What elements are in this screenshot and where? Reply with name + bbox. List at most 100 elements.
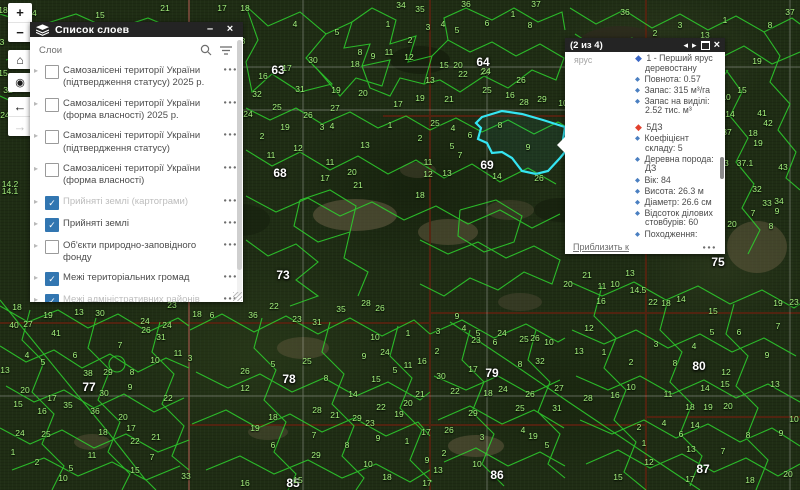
layer-checkbox[interactable] bbox=[45, 240, 59, 254]
filter-icon[interactable] bbox=[220, 45, 233, 56]
popup-attribute: ◆ Коефіцієнт складу: 5 bbox=[635, 134, 715, 153]
bullet-diamond-icon: ◆ bbox=[635, 231, 640, 238]
zoom-controls: + − bbox=[8, 3, 32, 42]
popup-attribute: ◆ Діаметр: 26.6 см bbox=[635, 198, 715, 208]
popup-actions-menu[interactable]: ●●● bbox=[703, 243, 717, 251]
popup-attribute-group: ◆ 5ДЗ◆ Коефіцієнт складу: 5 ◆ Деревна пор… bbox=[635, 123, 715, 254]
layer-checkbox[interactable] bbox=[45, 130, 59, 144]
layer-row[interactable]: ▸ Об'єкти природно-заповідного фонду ●●● bbox=[30, 236, 243, 269]
layer-row[interactable]: ▸✓Межі адміністративних районів●●● bbox=[30, 290, 243, 302]
panel-title: Список слоев bbox=[55, 24, 197, 36]
layer-row[interactable]: ▸ Самозалісені території України (форма в… bbox=[30, 159, 243, 192]
bullet-diamond-icon: ◆ bbox=[635, 210, 640, 217]
layer-menu-icon[interactable]: ●●● bbox=[224, 163, 238, 171]
expander-icon[interactable]: ▸ bbox=[34, 196, 41, 208]
layer-label: Межі територіальних громад bbox=[63, 272, 220, 284]
layer-row[interactable]: ▸ Самозалісені території України (форма в… bbox=[30, 94, 243, 127]
previous-extent-icon[interactable]: ← bbox=[8, 97, 32, 116]
zoom-to-link[interactable]: Приблизить к bbox=[573, 242, 703, 252]
popup-pointer bbox=[557, 137, 565, 153]
locate-icon[interactable]: ◉ bbox=[8, 73, 32, 92]
bullet-diamond-icon: ◆ bbox=[635, 177, 640, 184]
zoom-in-button[interactable]: + bbox=[8, 3, 32, 22]
panel-scrollbar[interactable] bbox=[237, 40, 242, 296]
layer-checkbox[interactable] bbox=[45, 98, 59, 112]
layer-checkbox[interactable]: ✓ bbox=[45, 218, 59, 232]
expander-icon[interactable]: ▸ bbox=[34, 294, 41, 302]
minimize-icon[interactable]: – bbox=[203, 24, 217, 35]
bullet-diamond-icon: ◆ bbox=[635, 87, 640, 94]
symbol-swatch-icon: ◆ bbox=[635, 122, 642, 132]
feature-popup: (2 из 4) ◂ ▸ × ярус ◆ 1 - Перший ярус де… bbox=[565, 38, 725, 254]
layer-row[interactable]: ▸ ✓ Прийняті землі (картограми) ●●● bbox=[30, 192, 243, 214]
layer-menu-icon[interactable]: ●●● bbox=[224, 130, 238, 138]
bullet-diamond-icon: ◆ bbox=[635, 156, 640, 163]
popup-attribute: ◆ Запас на виділі: 2.52 тис. м³ bbox=[635, 97, 715, 116]
selected-parcel-outline bbox=[476, 111, 565, 174]
popup-close-icon[interactable]: × bbox=[714, 40, 720, 51]
expander-icon[interactable]: ▸ bbox=[34, 163, 41, 175]
layer-row[interactable]: ▸✓Прийняті землі●●● bbox=[30, 214, 243, 236]
layer-label: Об'єкти природно-заповідного фонду bbox=[63, 240, 220, 265]
bullet-diamond-icon: ◆ bbox=[635, 199, 640, 206]
layer-row[interactable]: ▸ Самозалісені території України (підтвер… bbox=[30, 126, 243, 159]
layer-menu-icon[interactable]: ●●● bbox=[224, 272, 238, 280]
home-icon[interactable]: ⌂ bbox=[8, 50, 32, 69]
popup-header[interactable]: (2 из 4) ◂ ▸ × bbox=[565, 38, 725, 52]
web-map-app: 6364686973757778798085868714152117184316… bbox=[0, 0, 800, 490]
popup-attribute-group: ◆ 1 - Перший ярус деревостану ◆ Повнота: … bbox=[635, 54, 715, 116]
popup-attribute: ◆ Запас: 315 м³/га bbox=[635, 86, 715, 96]
layer-menu-icon[interactable]: ●●● bbox=[224, 65, 238, 73]
layer-label: Прийняті землі (картограми) bbox=[63, 196, 220, 208]
expander-icon[interactable]: ▸ bbox=[34, 130, 41, 142]
layer-menu-icon[interactable]: ●●● bbox=[224, 218, 238, 226]
popup-group-header: ◆ 5ДЗ bbox=[635, 123, 715, 133]
layer-label: Самозалісені території України (форма вл… bbox=[63, 98, 220, 123]
layer-menu-icon[interactable]: ●●● bbox=[224, 98, 238, 106]
popup-attribute: ◆ Висота: 26.3 м bbox=[635, 187, 715, 197]
layer-list: ▸ Самозалісені території України (підтвер… bbox=[30, 61, 243, 302]
popup-group-header: ◆ 1 - Перший ярус деревостану bbox=[635, 54, 715, 73]
expander-icon[interactable]: ▸ bbox=[34, 65, 41, 77]
layer-checkbox[interactable] bbox=[45, 163, 59, 177]
expander-icon[interactable]: ▸ bbox=[34, 240, 41, 252]
previous-feature-icon[interactable]: ◂ bbox=[684, 41, 689, 50]
layers-subtitle: Слои bbox=[39, 45, 192, 56]
layer-label: Самозалісені території України (форма вл… bbox=[63, 163, 220, 188]
layers-icon bbox=[36, 24, 49, 36]
layer-menu-icon[interactable]: ●●● bbox=[224, 240, 238, 248]
layer-list-panel: Список слоев – × Слои ▸ Самозалісені тери… bbox=[30, 22, 243, 302]
next-extent-icon[interactable]: → bbox=[8, 116, 32, 136]
popup-attribute: ◆ Повнота: 0.57 bbox=[635, 75, 715, 85]
search-icon[interactable] bbox=[200, 44, 212, 56]
layer-panel-body: Слои ▸ Самозалісені території України (пі… bbox=[30, 37, 243, 302]
layer-row[interactable]: ▸ Самозалісені території України (підтвер… bbox=[30, 61, 243, 94]
extent-nav-controls: ← → bbox=[8, 97, 32, 136]
next-feature-icon[interactable]: ▸ bbox=[692, 41, 697, 50]
expander-icon[interactable]: ▸ bbox=[34, 272, 41, 284]
locate-control: ◉ bbox=[8, 73, 32, 92]
expander-icon[interactable]: ▸ bbox=[34, 98, 41, 110]
bullet-diamond-icon: ◆ bbox=[635, 135, 640, 142]
layer-label: Межі адміністративних районів bbox=[63, 294, 220, 302]
layer-label: Самозалісені території України (підтверд… bbox=[63, 130, 220, 155]
panel-resize-handle[interactable] bbox=[233, 292, 242, 301]
layer-label: Самозалісені території України (підтверд… bbox=[63, 65, 220, 90]
maximize-icon[interactable] bbox=[701, 41, 710, 50]
bullet-diamond-icon: ◆ bbox=[635, 188, 640, 195]
layer-checkbox[interactable] bbox=[45, 65, 59, 79]
popup-attribute: ◆ Деревна порода: ДЗ bbox=[635, 155, 715, 174]
layer-row[interactable]: ▸ ✓ Межі територіальних громад ●●● bbox=[30, 268, 243, 290]
layer-checkbox[interactable]: ✓ bbox=[45, 294, 59, 302]
expander-icon[interactable]: ▸ bbox=[34, 218, 41, 230]
close-icon[interactable]: × bbox=[223, 24, 237, 35]
zoom-out-button[interactable]: − bbox=[8, 22, 32, 42]
layer-menu-icon[interactable]: ●●● bbox=[224, 196, 238, 204]
popup-content: ◆ 1 - Перший ярус деревостану ◆ Повнота: … bbox=[635, 54, 715, 254]
symbol-swatch-icon: ◆ bbox=[635, 53, 642, 63]
popup-scrollbar[interactable] bbox=[720, 157, 724, 179]
popup-attribute: ◆ Відсоток ділових стовбурів: 60 bbox=[635, 209, 715, 228]
layer-checkbox[interactable]: ✓ bbox=[45, 196, 59, 210]
layer-checkbox[interactable]: ✓ bbox=[45, 272, 59, 286]
layer-panel-header[interactable]: Список слоев – × bbox=[30, 22, 243, 37]
